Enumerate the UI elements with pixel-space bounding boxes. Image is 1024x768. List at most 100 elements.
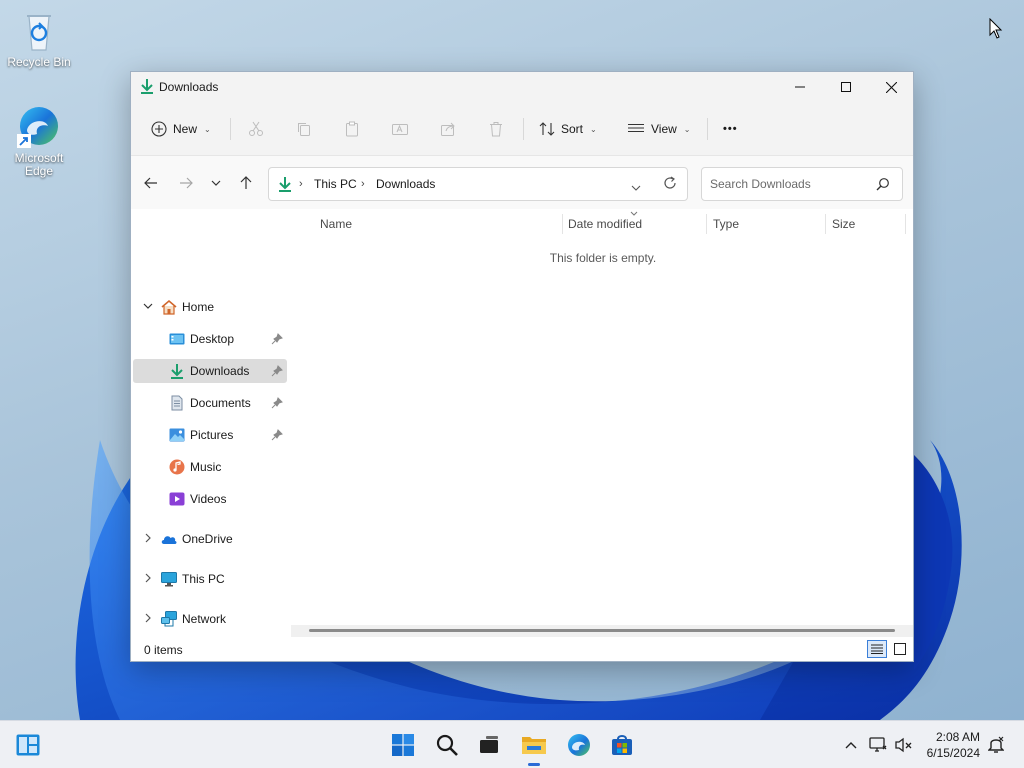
arrow-left-icon (144, 177, 157, 189)
desktop-icon-microsoft-edge[interactable]: Microsoft Edge (1, 104, 77, 178)
nav-item-label: Desktop (190, 332, 235, 346)
column-divider[interactable] (562, 214, 563, 234)
breadcrumb-downloads[interactable]: Downloads (376, 177, 435, 191)
search-button[interactable] (433, 731, 461, 759)
column-header-date-modified[interactable]: Date modified (568, 217, 642, 231)
pin-icon[interactable] (271, 365, 283, 377)
cut-button[interactable] (246, 119, 266, 139)
edge-taskbar-button[interactable] (565, 731, 593, 759)
view-button[interactable]: View ⌄ (627, 115, 691, 143)
column-divider[interactable] (905, 214, 906, 234)
volume-muted-icon (895, 737, 912, 753)
microsoft-store-button[interactable] (608, 731, 636, 759)
column-divider[interactable] (706, 214, 707, 234)
desktop-icon-recycle-bin[interactable]: Recycle Bin (1, 8, 77, 69)
breadcrumb-chevron-icon[interactable]: › (299, 178, 303, 190)
nav-item-onedrive[interactable]: OneDrive (133, 527, 287, 551)
chevron-down-icon (631, 185, 641, 191)
more-options-icon: ••• (723, 123, 738, 135)
sort-icon (539, 122, 555, 136)
nav-item-label: Documents (190, 396, 251, 410)
chevron-right-icon[interactable] (143, 573, 153, 583)
nav-item-pictures[interactable]: Pictures (133, 423, 287, 447)
back-button[interactable] (141, 172, 161, 194)
network-status-button[interactable] (868, 735, 888, 755)
column-header-type[interactable]: Type (713, 217, 739, 231)
share-button[interactable] (438, 119, 458, 139)
chevron-down-icon: ⌄ (204, 124, 211, 134)
delete-button[interactable] (486, 119, 506, 139)
minimize-button[interactable] (777, 72, 823, 102)
recent-locations-button[interactable] (206, 172, 226, 194)
chevron-right-icon[interactable] (143, 533, 153, 543)
scrollbar-thumb[interactable] (309, 629, 895, 632)
minimize-icon (795, 86, 805, 88)
window-title: Downloads (159, 80, 219, 94)
nav-item-videos[interactable]: Videos (133, 487, 287, 511)
desktop-folder-icon (169, 333, 185, 345)
task-view-button[interactable] (475, 731, 503, 759)
up-button[interactable] (236, 172, 256, 194)
home-icon (161, 299, 177, 315)
share-icon (441, 122, 455, 136)
pin-icon[interactable] (271, 333, 283, 345)
clock[interactable]: 2:08 AM 6/15/2024 (924, 729, 980, 761)
nav-item-this-pc[interactable]: This PC (133, 567, 287, 591)
more-options-button[interactable]: ••• (723, 115, 738, 143)
paste-button[interactable] (342, 119, 362, 139)
column-divider[interactable] (825, 214, 826, 234)
rename-button[interactable] (390, 119, 410, 139)
search-icon (436, 734, 458, 756)
windows-logo-icon (392, 734, 414, 756)
address-bar[interactable]: › This PC › Downloads (268, 167, 688, 201)
title-bar[interactable]: Downloads (131, 72, 913, 102)
volume-button[interactable] (894, 735, 914, 755)
view-label: View (651, 122, 677, 136)
details-view-button[interactable] (867, 640, 887, 658)
breadcrumb-this-pc[interactable]: This PC (314, 177, 357, 191)
pin-icon[interactable] (271, 429, 283, 441)
forward-button[interactable] (176, 172, 196, 194)
clock-date: 6/15/2024 (926, 746, 980, 760)
nav-item-label: OneDrive (182, 532, 233, 546)
nav-item-downloads[interactable]: Downloads (133, 359, 287, 383)
nav-item-home[interactable]: Home (133, 295, 287, 319)
search-input[interactable] (710, 176, 870, 192)
nav-item-music[interactable]: Music (133, 455, 287, 479)
notifications-button[interactable] (986, 735, 1006, 755)
copy-button[interactable] (294, 119, 314, 139)
search-box[interactable] (701, 167, 903, 201)
refresh-button[interactable] (663, 176, 677, 193)
widgets-button[interactable] (14, 731, 42, 759)
chevron-right-icon[interactable] (143, 613, 153, 623)
navigation-pane: Home Desktop Downloads Documents Picture… (131, 209, 291, 627)
horizontal-scrollbar[interactable] (291, 625, 913, 637)
tiles-view-button[interactable] (890, 640, 910, 658)
close-button[interactable] (868, 72, 914, 102)
explorer-body: Home Desktop Downloads Documents Picture… (131, 209, 913, 637)
column-header-name[interactable]: Name (320, 217, 352, 231)
show-hidden-icons-button[interactable] (841, 735, 861, 755)
view-list-icon (628, 123, 644, 133)
nav-item-label: Downloads (190, 364, 250, 378)
address-history-button[interactable] (631, 180, 641, 194)
sort-button[interactable]: Sort ⌄ (539, 115, 597, 143)
item-count: 0 items (144, 643, 183, 657)
column-header-size[interactable]: Size (832, 217, 855, 231)
file-list[interactable]: Name Date modified Type Size This folder… (291, 209, 913, 625)
toolbar-divider (230, 118, 231, 140)
breadcrumb-chevron-icon[interactable]: › (361, 178, 365, 190)
tiles-view-icon (894, 643, 906, 655)
sort-label: Sort (561, 122, 584, 136)
start-button[interactable] (389, 731, 417, 759)
desktop-icon-label: Recycle Bin (7, 55, 71, 69)
nav-item-network[interactable]: Network (133, 607, 287, 631)
file-explorer-taskbar-button[interactable] (520, 731, 548, 766)
nav-item-documents[interactable]: Documents (133, 391, 287, 415)
pin-icon[interactable] (271, 397, 283, 409)
nav-item-label: Videos (190, 492, 227, 506)
widgets-icon (16, 734, 40, 756)
nav-item-desktop[interactable]: Desktop (133, 327, 287, 351)
new-button[interactable]: New ⌄ (151, 115, 211, 143)
maximize-button[interactable] (823, 72, 869, 102)
